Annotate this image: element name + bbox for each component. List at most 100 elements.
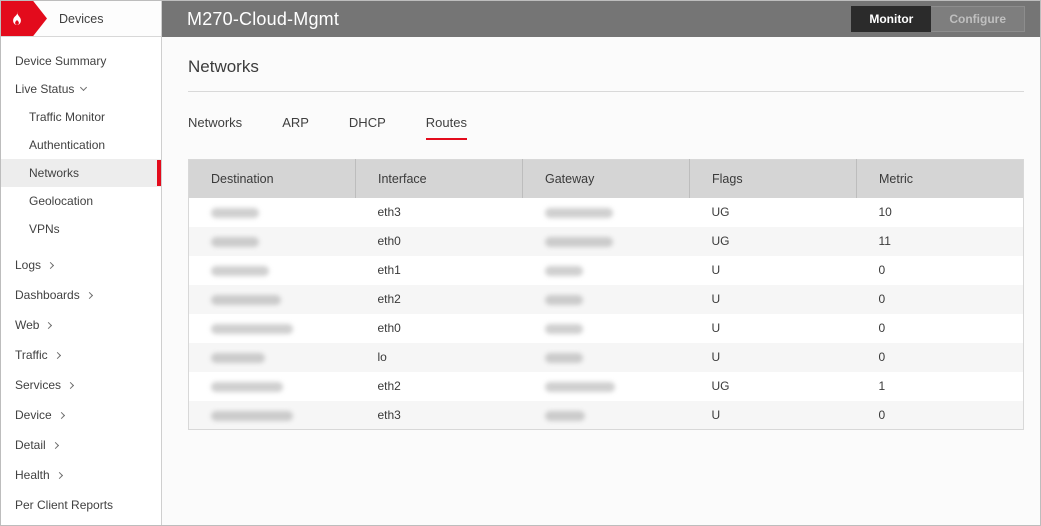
configure-button[interactable]: Configure	[931, 6, 1025, 32]
redacted-value	[211, 265, 269, 276]
redacted-value	[544, 207, 613, 218]
column-header-gateway[interactable]: Gateway	[522, 159, 690, 198]
sidebar-item-device[interactable]: Device	[1, 400, 161, 430]
sidebar-item-services[interactable]: Services	[1, 370, 161, 400]
cell-gateway	[523, 227, 690, 256]
sidebar-item-label: Per Client Reports	[15, 498, 114, 512]
sidebar-item-label: Logs	[15, 258, 42, 272]
cell-flags: U	[711, 292, 721, 306]
chevron-right-icon	[66, 381, 75, 389]
cell-metric: 0	[878, 350, 886, 364]
sidebar-item-authentication[interactable]: Authentication	[1, 131, 161, 159]
table-row[interactable]: eth3 UG 10	[189, 198, 1024, 227]
cell-flags: U	[711, 350, 721, 364]
sidebar-item-traffic[interactable]: Traffic	[1, 340, 161, 370]
sidebar-header-label: Devices	[59, 11, 104, 26]
column-header-interface[interactable]: Interface	[355, 159, 523, 198]
app-window: Devices Device Summary Live Status Traffic…	[0, 0, 1041, 526]
sidebar-item-label: VPNs	[29, 222, 60, 236]
chevron-down-icon	[80, 83, 88, 92]
sidebar-item-traffic-monitor[interactable]: Traffic Monitor	[1, 103, 161, 131]
table-row[interactable]: eth0 UG 11	[188, 226, 1024, 256]
cell-flags: U	[711, 321, 721, 335]
cell-flags: UG	[711, 379, 730, 393]
tab-networks[interactable]: Networks	[188, 115, 242, 140]
mode-toggle: Monitor Configure	[851, 6, 1025, 32]
cell-flags: UG	[711, 205, 730, 219]
cell-destination	[189, 401, 356, 430]
cell-metric: 1	[878, 379, 886, 393]
cell-gateway	[523, 314, 690, 343]
cell-destination	[189, 256, 356, 285]
sidebar-item-health[interactable]: Health	[1, 460, 161, 490]
flame-icon	[13, 11, 21, 25]
tab-dhcp[interactable]: DHCP	[349, 115, 386, 140]
cell-destination	[189, 314, 356, 343]
tab-arp[interactable]: ARP	[282, 115, 309, 140]
topbar: M270-Cloud-Mgmt Monitor Configure	[162, 1, 1040, 37]
sidebar-item-label: Web	[15, 318, 40, 332]
column-header-destination[interactable]: Destination	[188, 159, 356, 198]
cell-destination	[189, 372, 356, 401]
brand-badge[interactable]	[1, 1, 47, 36]
redacted-value	[211, 207, 259, 218]
cell-gateway	[523, 401, 690, 430]
sidebar-item-logs[interactable]: Logs	[1, 250, 161, 280]
redacted-value	[211, 323, 293, 334]
sidebar-item-label: Device Summary	[15, 54, 107, 68]
routes-table: Destination Interface Gateway Flags Metric e…	[188, 159, 1024, 430]
cell-destination	[189, 343, 356, 372]
sidebar-item-geolocation[interactable]: Geolocation	[1, 187, 161, 215]
redacted-value	[544, 410, 585, 421]
sidebar-item-live-status[interactable]: Live Status	[1, 75, 161, 103]
cell-metric: 11	[878, 234, 891, 248]
redacted-value	[211, 410, 293, 421]
redacted-value	[544, 265, 583, 276]
page-title: Networks	[188, 57, 1024, 92]
cell-metric: 10	[878, 205, 892, 219]
cell-flags: U	[711, 407, 721, 422]
cell-gateway	[523, 256, 690, 285]
sidebar-item-label: Detail	[15, 438, 46, 452]
cell-interface: eth3	[377, 205, 401, 219]
column-header-flags[interactable]: Flags	[689, 159, 857, 198]
sidebar-item-detail[interactable]: Detail	[1, 430, 161, 460]
table-row[interactable]: eth3 U 0	[188, 400, 1024, 430]
chevron-right-icon	[85, 291, 93, 299]
sidebar-item-vpns[interactable]: VPNs	[1, 215, 161, 243]
cell-interface: eth2	[377, 379, 401, 393]
cell-interface: lo	[377, 350, 387, 364]
chevron-right-icon	[46, 261, 55, 269]
sidebar-item-label: Services	[15, 378, 62, 392]
table-row[interactable]: lo U 0	[188, 342, 1024, 372]
cell-interface: eth2	[377, 292, 401, 306]
sidebar-item-networks[interactable]: Networks	[1, 159, 161, 187]
redacted-value	[544, 352, 583, 363]
sidebar: Devices Device Summary Live Status Traffic…	[1, 1, 162, 525]
sidebar-item-web[interactable]: Web	[1, 310, 161, 340]
cell-interface: eth1	[377, 263, 401, 277]
table-row[interactable]: eth1 U 0	[189, 256, 1024, 285]
redacted-value	[544, 236, 613, 247]
table-row[interactable]: eth2 U 0	[188, 284, 1024, 314]
sidebar-item-label: Health	[15, 468, 50, 482]
sidebar-item-label: Geolocation	[29, 194, 94, 208]
cell-destination	[189, 227, 356, 256]
redacted-value	[211, 236, 259, 247]
table-row[interactable]: eth2 UG 1	[189, 372, 1024, 401]
cell-gateway	[523, 285, 690, 314]
redacted-value	[211, 294, 281, 305]
sidebar-item-per-client-reports[interactable]: Per Client Reports	[1, 490, 161, 520]
table-row[interactable]: eth0 U 0	[189, 314, 1024, 343]
sidebar-item-label: Networks	[29, 166, 80, 180]
column-header-metric[interactable]: Metric	[856, 159, 1024, 198]
sidebar-item-device-summary[interactable]: Device Summary	[1, 47, 161, 75]
cell-destination	[189, 285, 356, 314]
table-header-row: Destination Interface Gateway Flags Metric	[188, 159, 1024, 198]
chevron-right-icon	[45, 321, 53, 329]
routes-table-body: eth3 UG 10 eth0 UG 11 eth1 U 0 eth2 U 0 eth0 U 0 lo U 0 et…	[188, 198, 1024, 430]
sidebar-item-dashboards[interactable]: Dashboards	[1, 280, 161, 310]
cell-metric: 0	[878, 407, 886, 422]
tab-routes[interactable]: Routes	[425, 115, 467, 140]
monitor-button[interactable]: Monitor	[851, 6, 932, 32]
